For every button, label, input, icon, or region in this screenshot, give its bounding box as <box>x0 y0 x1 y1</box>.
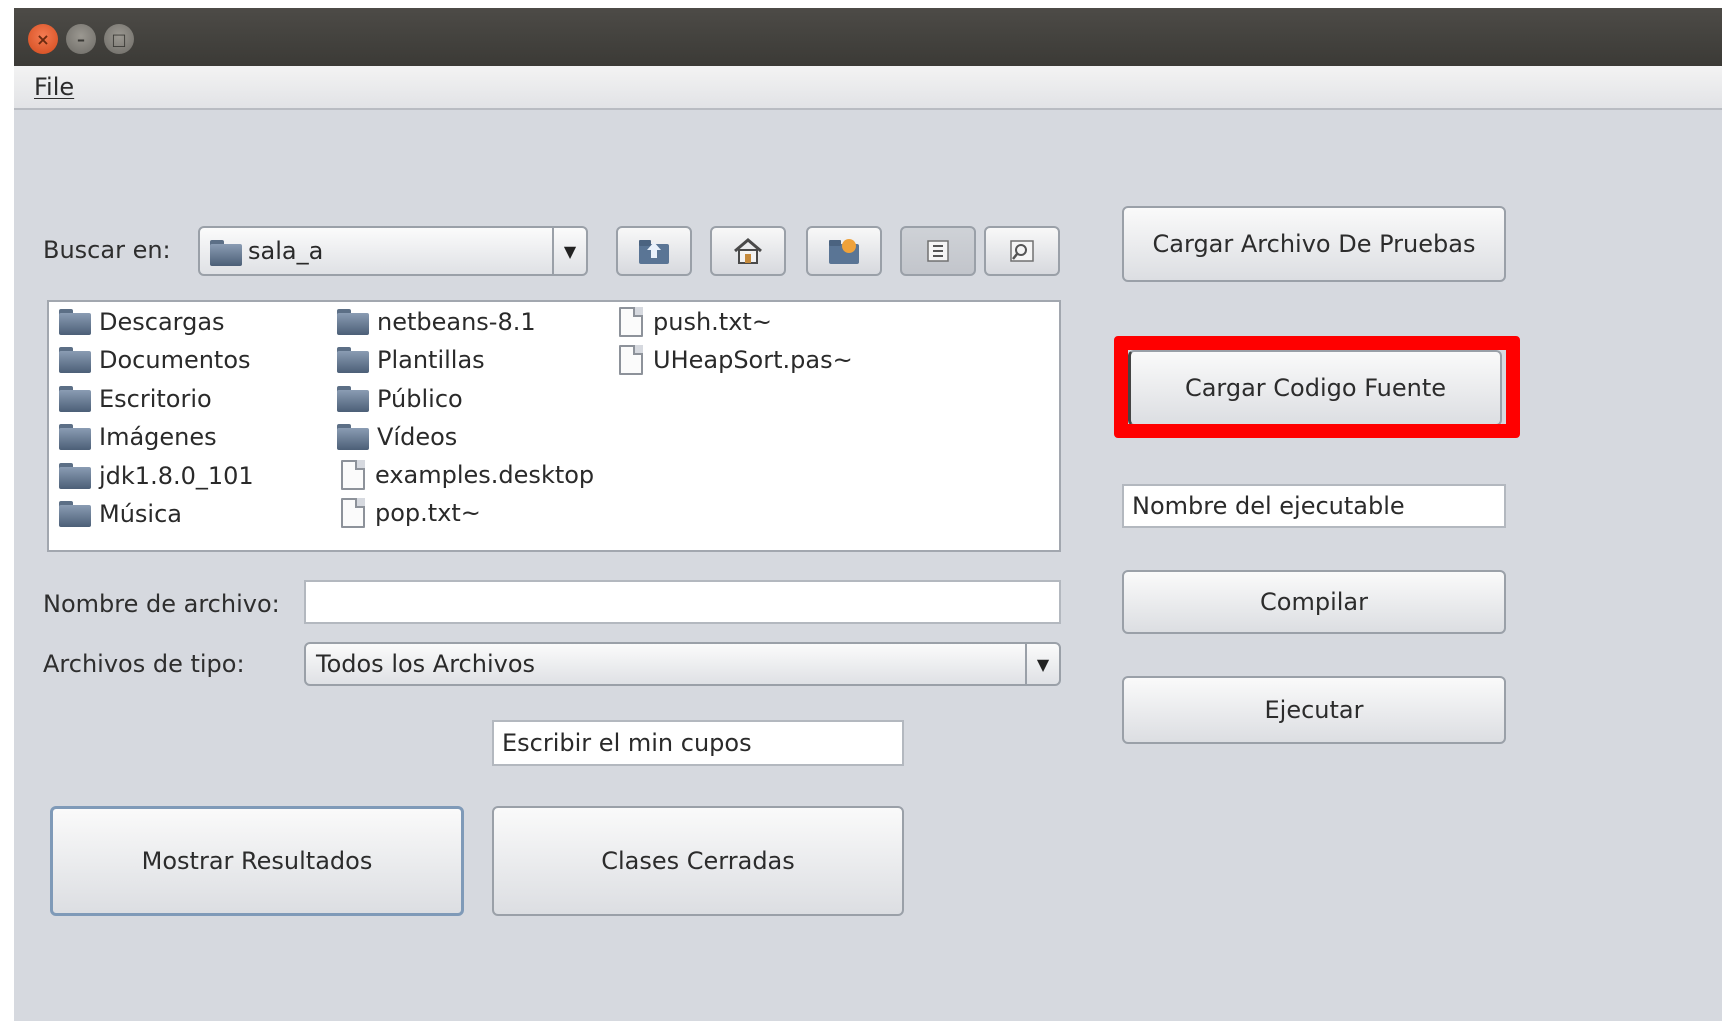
file-name: jdk1.8.0_101 <box>99 462 254 490</box>
list-item[interactable]: push.txt~ <box>615 307 772 337</box>
new-folder-button[interactable] <box>806 226 882 276</box>
menu-file[interactable]: File <box>34 73 74 101</box>
list-item[interactable]: netbeans-8.1 <box>337 308 536 336</box>
details-view-icon <box>1010 240 1034 262</box>
file-name: UHeapSort.pas~ <box>653 346 853 374</box>
home-button[interactable] <box>710 226 786 276</box>
folder-icon <box>59 347 91 373</box>
look-in-combo[interactable]: sala_a ▼ <box>198 226 588 276</box>
folder-icon <box>59 309 91 335</box>
folder-icon <box>59 463 91 489</box>
file-name: Música <box>99 500 182 528</box>
list-item[interactable]: UHeapSort.pas~ <box>615 345 853 375</box>
list-item[interactable]: Público <box>337 385 463 413</box>
file-name: Documentos <box>99 346 251 374</box>
ejecutar-button[interactable]: Ejecutar <box>1122 676 1506 744</box>
home-icon <box>734 238 762 264</box>
list-item[interactable]: pop.txt~ <box>337 498 481 528</box>
filetype-label: Archivos de tipo: <box>43 650 245 678</box>
new-folder-icon <box>829 239 859 264</box>
folder-icon <box>337 386 369 412</box>
chevron-down-icon[interactable]: ▼ <box>1025 644 1059 684</box>
list-item[interactable]: Descargas <box>59 308 225 336</box>
folder-icon <box>59 501 91 527</box>
nombre-ejecutable-input[interactable]: Nombre del ejecutable <box>1122 484 1506 528</box>
maximize-window-icon[interactable]: □ <box>104 24 134 54</box>
filename-label: Nombre de archivo: <box>43 590 280 618</box>
cargar-archivo-pruebas-button[interactable]: Cargar Archivo De Pruebas <box>1122 206 1506 282</box>
look-in-value: sala_a <box>248 237 324 265</box>
file-name: Escritorio <box>99 385 212 413</box>
list-item[interactable]: Música <box>59 500 182 528</box>
file-name: push.txt~ <box>653 308 772 336</box>
close-window-icon[interactable]: × <box>28 24 58 54</box>
filetype-combo[interactable]: Todos los Archivos ▼ <box>304 642 1061 686</box>
chevron-down-icon[interactable]: ▼ <box>552 228 586 274</box>
file-name: Descargas <box>99 308 225 336</box>
list-item[interactable]: examples.desktop <box>337 460 594 490</box>
folder-icon <box>337 347 369 373</box>
file-name: Vídeos <box>377 423 458 451</box>
up-folder-button[interactable] <box>616 226 692 276</box>
minimize-window-icon[interactable]: – <box>66 24 96 54</box>
folder-icon <box>59 424 91 450</box>
file-name: Plantillas <box>377 346 485 374</box>
up-folder-icon <box>639 240 669 264</box>
folder-icon <box>337 309 369 335</box>
file-icon <box>341 498 365 528</box>
list-view-button[interactable] <box>900 226 976 276</box>
list-item[interactable]: Vídeos <box>337 423 457 451</box>
file-name: examples.desktop <box>375 461 595 489</box>
folder-icon <box>337 424 369 450</box>
file-icon <box>619 345 643 375</box>
folder-icon <box>210 240 250 270</box>
file-icon <box>341 460 365 490</box>
clases-cerradas-button[interactable]: Clases Cerradas <box>492 806 904 916</box>
list-view-icon <box>927 240 949 262</box>
filetype-value: Todos los Archivos <box>316 650 536 678</box>
folder-icon <box>59 386 91 412</box>
highlight-box <box>1114 336 1520 438</box>
list-item[interactable]: Escritorio <box>59 385 212 413</box>
title-bar: × – □ <box>14 8 1722 66</box>
file-name: Público <box>377 385 463 413</box>
mostrar-resultados-button[interactable]: Mostrar Resultados <box>50 806 464 916</box>
compilar-button[interactable]: Compilar <box>1122 570 1506 634</box>
file-name: pop.txt~ <box>375 499 481 527</box>
file-name: netbeans-8.1 <box>377 308 536 336</box>
file-list[interactable]: Descargas Documentos Escritorio Imágenes… <box>47 300 1061 552</box>
file-icon <box>619 307 643 337</box>
filename-input[interactable] <box>304 580 1061 624</box>
file-name: Imágenes <box>99 423 217 451</box>
menu-bar: File <box>14 66 1722 110</box>
list-item[interactable]: Plantillas <box>337 346 485 374</box>
details-view-button[interactable] <box>984 226 1060 276</box>
application-window: × – □ File Buscar en: sala_a ▼ Descargas… <box>14 8 1722 1021</box>
min-cupos-input[interactable]: Escribir el min cupos <box>492 720 904 766</box>
list-item[interactable]: jdk1.8.0_101 <box>59 462 254 490</box>
list-item[interactable]: Documentos <box>59 346 251 374</box>
list-item[interactable]: Imágenes <box>59 423 217 451</box>
look-in-label: Buscar en: <box>43 236 171 264</box>
